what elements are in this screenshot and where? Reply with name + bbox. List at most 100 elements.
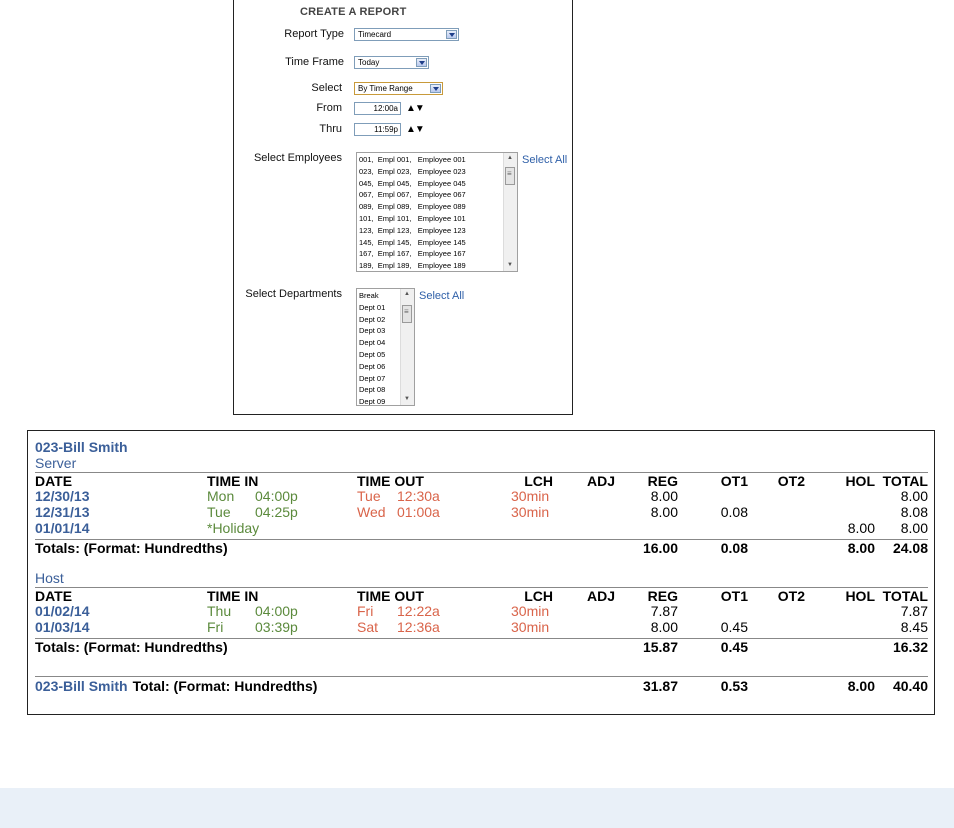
table-row: 12/30/13 Mon 04:00p Tue 12:30a 30min 8.00 8.00 <box>35 488 928 504</box>
table-header: DATE TIME IN TIME OUT LCH ADJ REG OT1 OT2 HOL TOT… <box>35 472 928 489</box>
arrow-down-icon[interactable]: ▼ <box>415 103 425 114</box>
time-out-day: Tue <box>357 488 381 504</box>
list-item[interactable]: 145, Empl 145, Employee 145 <box>359 237 466 249</box>
list-item[interactable]: 089, Empl 089, Employee 089 <box>359 201 466 213</box>
from-time-input[interactable]: 12:00a <box>354 102 401 115</box>
scroll-up-icon[interactable]: ▲ <box>504 153 516 164</box>
totals-label: Totals: (Format: Hundredths) <box>35 639 228 655</box>
select-label: Select <box>311 82 342 94</box>
list-item[interactable]: Dept 08 <box>359 384 385 396</box>
time-in-day: *Holiday <box>207 520 260 536</box>
list-item[interactable]: Dept 04 <box>359 337 385 349</box>
grand-total-ot1: 0.53 <box>720 678 748 694</box>
date-link[interactable]: 12/30/13 <box>35 488 90 504</box>
list-item[interactable]: Dept 07 <box>359 373 385 385</box>
grand-total-employee[interactable]: 023-Bill Smith <box>35 678 128 694</box>
list-item[interactable]: 189, Empl 189, Employee 189 <box>359 260 466 271</box>
grand-total-total: 40.40 <box>892 678 928 694</box>
col-ot1-header: OT1 <box>720 588 748 604</box>
departments-listbox[interactable]: Break Dept 01 Dept 02 Dept 03 Dept 04 Dept 05… <box>356 288 415 406</box>
table-row: 12/31/13 Tue 04:25p Wed 01:00a 30min 8.00 0.08 8… <box>35 504 928 520</box>
time-out-day: Sat <box>357 619 379 635</box>
col-reg-header: REG <box>647 588 678 604</box>
employee-name[interactable]: 023-Bill Smith <box>35 439 128 455</box>
time-in-day: Mon <box>207 488 235 504</box>
scroll-up-icon[interactable]: ▲ <box>401 289 413 300</box>
date-link[interactable]: 01/02/14 <box>35 603 90 619</box>
select-all-employees-link[interactable]: Select All <box>522 154 567 166</box>
reg-value: 8.00 <box>650 504 678 520</box>
list-item[interactable]: 023, Empl 023, Employee 023 <box>359 166 466 178</box>
employees-scrollbar[interactable]: ▲ ▼ <box>503 153 517 271</box>
list-item[interactable]: Dept 03 <box>359 325 385 337</box>
scroll-thumb[interactable] <box>505 167 515 185</box>
date-link[interactable]: 01/01/14 <box>35 520 90 536</box>
time-frame-select[interactable]: Today <box>354 56 429 69</box>
bottom-bar <box>0 788 954 828</box>
list-item[interactable]: Dept 02 <box>359 314 385 326</box>
time-out-value: 12:36a <box>397 619 440 635</box>
col-ot2-header: OT2 <box>777 588 805 604</box>
scroll-down-icon[interactable]: ▼ <box>504 260 516 271</box>
employees-listbox[interactable]: 001, Empl 001, Employee 001 023, Empl 023… <box>356 152 518 272</box>
grand-total-label: Total: (Format: Hundredths) <box>132 678 318 694</box>
list-item[interactable]: 167, Empl 167, Employee 167 <box>359 248 466 260</box>
list-item[interactable]: 001, Empl 001, Employee 001 <box>359 154 466 166</box>
arrow-down-icon[interactable]: ▼ <box>415 124 425 135</box>
time-in-value: 04:00p <box>255 603 298 619</box>
time-out-value: 01:00a <box>397 504 440 520</box>
reg-value: 8.00 <box>650 619 678 635</box>
col-time-in-header: TIME IN <box>207 588 259 604</box>
list-item[interactable]: 101, Empl 101, Employee 101 <box>359 213 466 225</box>
time-out-day: Wed <box>357 504 386 520</box>
list-item[interactable]: 045, Empl 045, Employee 045 <box>359 178 466 190</box>
col-adj-header: ADJ <box>586 473 615 489</box>
date-link[interactable]: 12/31/13 <box>35 504 90 520</box>
totals-reg: 15.87 <box>642 639 678 655</box>
col-time-out-header: TIME OUT <box>357 473 424 489</box>
report-type-value: Timecard <box>358 30 392 39</box>
select-mode-select[interactable]: By Time Range <box>354 82 443 95</box>
list-item[interactable]: Dept 06 <box>359 361 385 373</box>
time-out-day: Fri <box>357 603 374 619</box>
department-name: Host <box>35 570 64 586</box>
col-date-header: DATE <box>35 588 73 604</box>
list-item[interactable]: 123, Empl 123, Employee 123 <box>359 225 466 237</box>
date-link[interactable]: 01/03/14 <box>35 619 90 635</box>
totals-label: Totals: (Format: Hundredths) <box>35 540 228 556</box>
ot1-value: 0.08 <box>720 504 748 520</box>
department-name: Server <box>35 455 77 471</box>
panel-title: CREATE A REPORT <box>300 6 407 18</box>
scroll-down-icon[interactable]: ▼ <box>401 394 413 405</box>
departments-scrollbar[interactable]: ▲ ▼ <box>400 289 414 405</box>
col-total-header: TOTAL <box>882 473 928 489</box>
table-row: 01/03/14 Fri 03:39p Sat 12:36a 30min 8.00 0.45 8… <box>35 619 928 635</box>
table-row: 01/01/14 *Holiday 8.00 8.00 <box>35 520 928 536</box>
table-row: 01/02/14 Thu 04:00p Fri 12:22a 30min 7.87 7.87 <box>35 603 928 619</box>
select-mode-value: By Time Range <box>358 84 413 93</box>
chevron-down-icon[interactable] <box>446 30 457 39</box>
chevron-down-icon[interactable] <box>416 58 427 67</box>
lunch-value: 30min <box>511 488 550 504</box>
thru-time-input[interactable]: 11:59p <box>354 123 401 136</box>
select-all-departments-link[interactable]: Select All <box>419 290 464 302</box>
list-item[interactable]: Dept 09 <box>359 396 385 405</box>
totals-ot1: 0.45 <box>720 639 748 655</box>
time-in-value: 04:25p <box>255 504 298 520</box>
arrow-up-icon[interactable]: ▲ <box>406 103 416 114</box>
arrow-up-icon[interactable]: ▲ <box>406 124 416 135</box>
list-item[interactable]: 067, Empl 067, Employee 067 <box>359 189 466 201</box>
list-item[interactable]: Break <box>359 290 385 302</box>
scroll-thumb[interactable] <box>402 305 412 323</box>
totals-total: 16.32 <box>892 639 928 655</box>
list-item[interactable]: Dept 05 <box>359 349 385 361</box>
reg-value: 8.00 <box>650 488 678 504</box>
list-item[interactable]: Dept 01 <box>359 302 385 314</box>
create-report-panel: CREATE A REPORT Report Type Timecard Tim… <box>233 0 573 415</box>
col-total-header: TOTAL <box>882 588 928 604</box>
total-value: 8.45 <box>900 619 928 635</box>
time-frame-value: Today <box>358 58 380 67</box>
report-type-select[interactable]: Timecard <box>354 28 459 41</box>
departments-list: Break Dept 01 Dept 02 Dept 03 Dept 04 Dept 05… <box>359 290 385 405</box>
chevron-down-icon[interactable] <box>430 84 441 93</box>
